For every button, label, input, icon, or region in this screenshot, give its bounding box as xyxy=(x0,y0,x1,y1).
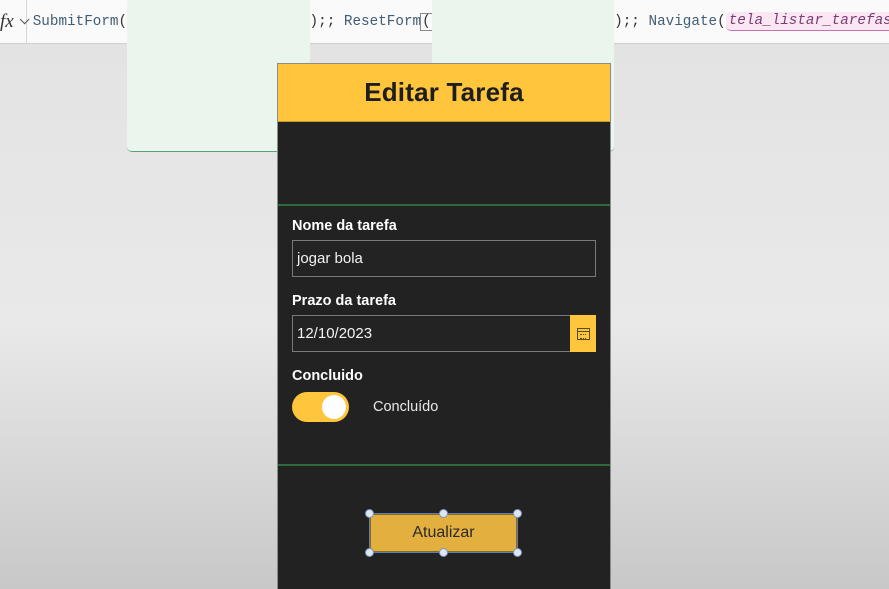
resize-handle-bottom-right[interactable] xyxy=(513,548,522,557)
toggle-knob xyxy=(322,395,346,419)
formula-paren-highlight: ( xyxy=(420,12,433,31)
name-field-label: Nome da tarefa xyxy=(292,218,397,234)
formula-punct: ( xyxy=(717,13,726,30)
formula-punct: );; xyxy=(309,13,336,30)
deadline-field: Prazo da tarefa 12/10/2023 xyxy=(292,293,596,352)
formula-fn-submitform: SubmitForm xyxy=(32,13,119,30)
formula-arg-screen: tela_listar_tarefas xyxy=(725,12,889,31)
resize-handle-bottom-left[interactable] xyxy=(365,548,374,557)
deadline-date-input[interactable]: 12/10/2023 xyxy=(292,315,570,352)
screen-header: Editar Tarefa xyxy=(278,64,610,122)
date-picker: 12/10/2023 xyxy=(292,315,596,352)
fx-dropdown[interactable]: fx xyxy=(0,0,30,44)
calendar-icon xyxy=(576,327,590,340)
resize-handle-top-right[interactable] xyxy=(513,509,522,518)
task-name-value: jogar bola xyxy=(297,250,363,267)
calendar-button[interactable] xyxy=(570,315,596,352)
resize-handle-bottom[interactable] xyxy=(439,548,448,557)
resize-handle-top-left[interactable] xyxy=(365,509,374,518)
fx-icon: fx xyxy=(0,10,14,32)
done-toggle[interactable] xyxy=(292,392,349,422)
done-toggle-row: Concluído xyxy=(292,392,596,422)
name-field: Nome da tarefa jogar bola xyxy=(292,218,596,277)
formula-punct: );; xyxy=(614,13,640,30)
done-field: Concluido Concluído xyxy=(292,368,596,422)
done-toggle-text: Concluído xyxy=(373,399,439,415)
update-button-selection: Atualizar xyxy=(365,509,522,557)
task-name-input[interactable]: jogar bola xyxy=(292,240,596,277)
formula-punct: ( xyxy=(118,13,128,30)
update-button[interactable]: Atualizar xyxy=(370,514,517,552)
page-title: Editar Tarefa xyxy=(364,77,524,107)
formula-fn-resetform: ResetForm xyxy=(343,13,422,30)
edit-task-form: Nome da tarefa jogar bola Prazo da taref… xyxy=(278,206,610,466)
app-screen: Editar Tarefa Nome da tarefa jogar bola … xyxy=(277,63,611,589)
formula-fn-navigate: Navigate xyxy=(648,13,718,30)
deadline-date-value: 12/10/2023 xyxy=(297,325,373,342)
formula-bar: fx SubmitForm(form_editar_tarefa);; Rese… xyxy=(0,0,889,152)
header-spacer xyxy=(278,122,610,206)
deadline-field-label: Prazo da tarefa xyxy=(292,293,396,309)
done-field-label: Concluido xyxy=(292,368,363,384)
resize-handle-top[interactable] xyxy=(439,509,448,518)
